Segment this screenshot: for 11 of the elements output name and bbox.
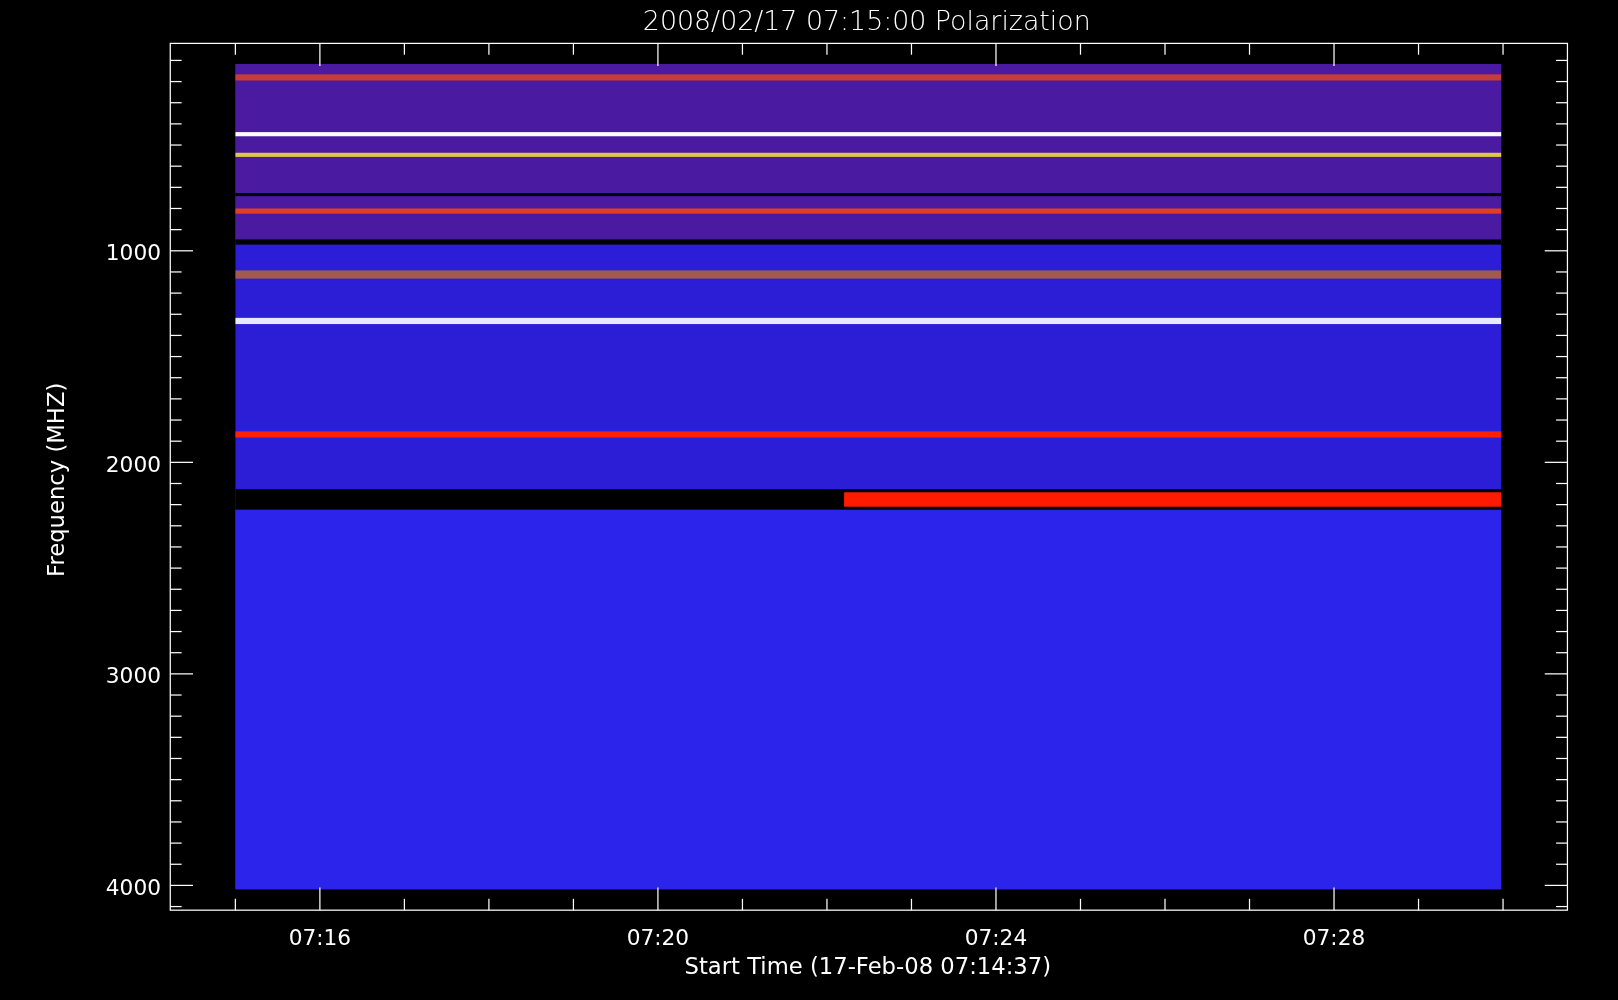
tick-label: 07:24 <box>964 925 1028 951</box>
tick-label: 1000 <box>105 240 161 266</box>
axis-title: Frequency (MHZ) <box>43 382 69 578</box>
tick-label: 3000 <box>105 663 161 689</box>
tick-label: 07:28 <box>1302 925 1366 951</box>
chart-title: 2008/02/17 07:15:00 Polarization <box>642 5 1091 36</box>
tick-label: 07:16 <box>288 925 352 951</box>
tick-label: 2000 <box>105 451 161 477</box>
axis-title: Start Time (17-Feb-08 07:14:37) <box>684 953 1052 980</box>
tick-label: 07:20 <box>626 925 690 951</box>
tick-label: 4000 <box>105 874 161 900</box>
